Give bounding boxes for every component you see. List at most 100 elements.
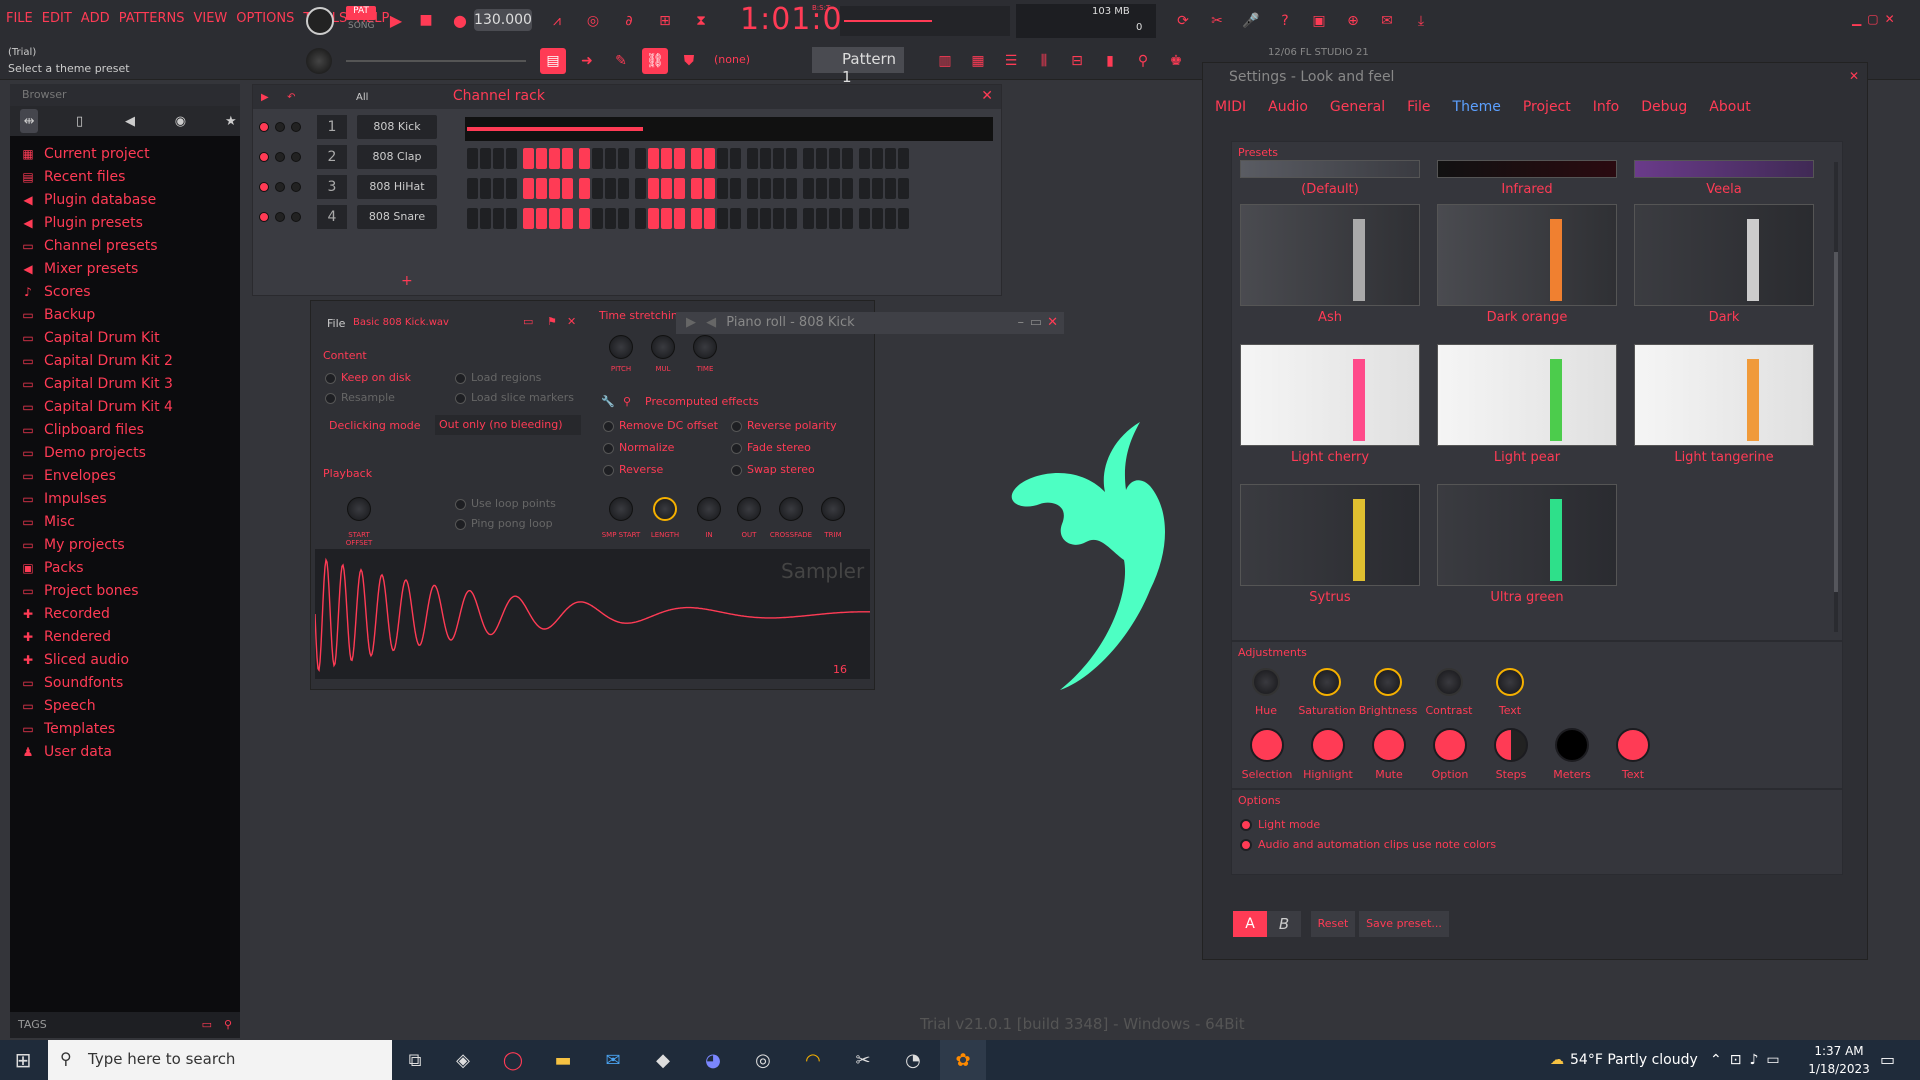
- browser-item[interactable]: ▭ Templates: [10, 717, 240, 740]
- note-colors-option[interactable]: Audio and automation clips use note colo…: [1240, 838, 1496, 851]
- folder-icon[interactable]: ▭: [202, 1018, 212, 1031]
- mute-color-swatch[interactable]: [1372, 728, 1406, 762]
- load-regions-option[interactable]: Load regions: [455, 371, 541, 384]
- step-button[interactable]: [829, 148, 840, 169]
- theme-preset-label[interactable]: Light tangerine: [1634, 450, 1814, 465]
- theme-preset-thumbnail[interactable]: [1240, 484, 1420, 586]
- step-button[interactable]: [605, 208, 616, 229]
- browser-item[interactable]: ✚ Sliced audio: [10, 648, 240, 671]
- step-button[interactable]: [717, 178, 728, 199]
- step-button[interactable]: [872, 178, 883, 199]
- theme-preset-label[interactable]: Light pear: [1437, 450, 1617, 465]
- browser-item[interactable]: ▭ Clipboard files: [10, 418, 240, 441]
- step-button[interactable]: [579, 208, 590, 229]
- menu-edit[interactable]: EDIT: [42, 11, 72, 26]
- step-button[interactable]: [618, 148, 629, 169]
- step-button[interactable]: [816, 148, 827, 169]
- theme-preset-label[interactable]: Veela: [1634, 182, 1814, 197]
- tab-audio[interactable]: Audio: [1268, 99, 1308, 125]
- theme-preset-thumbnail[interactable]: [1634, 160, 1814, 178]
- step-button[interactable]: [885, 208, 896, 229]
- step-button[interactable]: [898, 148, 909, 169]
- step-button[interactable]: [898, 178, 909, 199]
- swap-stereo-option[interactable]: Swap stereo: [731, 463, 815, 476]
- theme-preset-thumbnail[interactable]: [1634, 344, 1814, 446]
- text-knob[interactable]: [1496, 668, 1524, 696]
- piano-roll-arrow-icon[interactable]: ▶: [686, 315, 696, 330]
- step-button[interactable]: [747, 148, 758, 169]
- browser-item[interactable]: ◀ Plugin presets: [10, 211, 240, 234]
- step-button[interactable]: [536, 178, 547, 199]
- step-button[interactable]: [898, 208, 909, 229]
- pattern-selector-none[interactable]: (none): [714, 53, 750, 66]
- rack-undo-icon[interactable]: ↶: [287, 92, 295, 103]
- browser-item[interactable]: ▭ Capital Drum Kit: [10, 326, 240, 349]
- length-knob[interactable]: [653, 497, 677, 521]
- step-button[interactable]: [885, 148, 896, 169]
- step-button[interactable]: [674, 148, 685, 169]
- volume-knob[interactable]: [291, 122, 301, 132]
- pat-mode-button[interactable]: PAT: [346, 6, 376, 20]
- tab-midi[interactable]: MIDI: [1215, 99, 1246, 125]
- normalize-option[interactable]: Normalize: [603, 441, 674, 454]
- step-button[interactable]: [704, 148, 715, 169]
- mail-icon[interactable]: ✉: [590, 1040, 636, 1080]
- channel-name-button[interactable]: 808 Clap: [357, 145, 437, 169]
- volume-knob[interactable]: [291, 212, 301, 222]
- record-icon[interactable]: ●: [448, 8, 472, 32]
- steps-color-swatch[interactable]: [1494, 728, 1528, 762]
- discord-icon[interactable]: ◕: [690, 1040, 736, 1080]
- hue-knob[interactable]: [1252, 668, 1280, 696]
- reset-button[interactable]: Reset: [1311, 911, 1355, 937]
- step-button[interactable]: [691, 208, 702, 229]
- theme-preset-thumbnail[interactable]: [1437, 204, 1617, 306]
- step-button[interactable]: [717, 208, 728, 229]
- piano-roll-window-icon[interactable]: ▦: [965, 48, 991, 74]
- close-icon[interactable]: ✕: [1047, 315, 1058, 330]
- playlist-window-icon[interactable]: ▥: [932, 48, 958, 74]
- browser-item[interactable]: ▭ Demo projects: [10, 441, 240, 464]
- microphone-icon[interactable]: 🎤: [1238, 8, 1264, 34]
- mul-knob[interactable]: [651, 335, 675, 359]
- clock-date[interactable]: 1/18/2023: [1808, 1062, 1870, 1076]
- browser-item[interactable]: ▭ Project bones: [10, 579, 240, 602]
- master-pitch-slider[interactable]: [346, 60, 526, 62]
- step-button[interactable]: [562, 208, 573, 229]
- step-button[interactable]: [523, 208, 534, 229]
- step-button[interactable]: [549, 178, 560, 199]
- step-button[interactable]: [506, 148, 517, 169]
- step-button[interactable]: [885, 178, 896, 199]
- save-preset-button[interactable]: Save preset...: [1359, 911, 1449, 937]
- plugin-icon[interactable]: ⚲: [1130, 48, 1156, 74]
- tab-project[interactable]: Project: [1523, 99, 1571, 125]
- step-button[interactable]: [635, 148, 646, 169]
- crossfade-knob[interactable]: [779, 497, 803, 521]
- load-slice-markers-option[interactable]: Load slice markers: [455, 391, 574, 404]
- volume-knob[interactable]: [291, 152, 301, 162]
- taskbar-search[interactable]: ⚲ Type here to search: [48, 1040, 392, 1080]
- step-button[interactable]: [803, 208, 814, 229]
- keep-on-disk-option[interactable]: Keep on disk: [325, 371, 411, 384]
- blend-notes-icon[interactable]: ⧗: [688, 8, 714, 34]
- browser-item[interactable]: ▭ Envelopes: [10, 464, 240, 487]
- browser-item[interactable]: ▭ Speech: [10, 694, 240, 717]
- step-button[interactable]: [859, 208, 870, 229]
- browser-item[interactable]: ▭ Channel presets: [10, 234, 240, 257]
- step-button[interactable]: [506, 208, 517, 229]
- menu-patterns[interactable]: PATTERNS: [119, 11, 185, 26]
- browse-folder-icon[interactable]: ▭: [523, 315, 533, 328]
- step-button[interactable]: [467, 178, 478, 199]
- project-tab-icon[interactable]: ▯: [70, 109, 88, 133]
- step-button[interactable]: [648, 178, 659, 199]
- step-button[interactable]: [605, 148, 616, 169]
- weather-status[interactable]: ☁ 54°F Partly cloudy: [1550, 1052, 1698, 1068]
- step-button[interactable]: [859, 148, 870, 169]
- step-button[interactable]: [536, 208, 547, 229]
- step-button[interactable]: [549, 208, 560, 229]
- step-button[interactable]: [717, 148, 728, 169]
- smp-start-knob[interactable]: [609, 497, 633, 521]
- light-mode-option[interactable]: Light mode: [1240, 818, 1320, 831]
- step-button[interactable]: [493, 148, 504, 169]
- step-button[interactable]: [562, 148, 573, 169]
- browser-item[interactable]: ▦ Current project: [10, 142, 240, 165]
